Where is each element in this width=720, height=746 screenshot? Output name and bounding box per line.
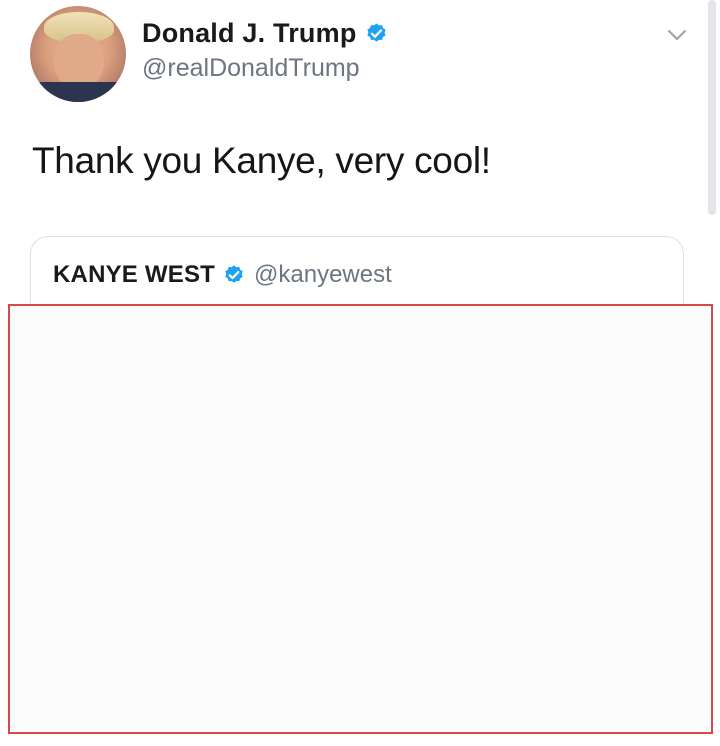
author-display-name[interactable]: Donald J. Trump <box>142 18 357 49</box>
verified-badge-icon <box>365 22 388 45</box>
quoted-display-name[interactable]: KANYE WEST <box>53 261 215 289</box>
tweet-text: Thank you Kanye, very cool! <box>32 140 491 181</box>
chevron-down-icon[interactable] <box>664 22 690 48</box>
redacted-region <box>8 304 713 734</box>
avatar-suit <box>30 82 126 102</box>
author-avatar[interactable] <box>30 6 126 102</box>
author-handle[interactable]: @realDonaldTrump <box>142 54 360 83</box>
scrollbar[interactable] <box>708 0 716 215</box>
author-name-row: Donald J. Trump <box>142 16 388 50</box>
verified-badge-icon <box>223 264 246 287</box>
quoted-handle[interactable]: @kanyewest <box>254 261 392 289</box>
quoted-tweet-header: KANYE WEST @kanyewest <box>53 261 392 289</box>
tweet: Donald J. Trump @realDonaldTrump Thank y… <box>0 0 720 746</box>
